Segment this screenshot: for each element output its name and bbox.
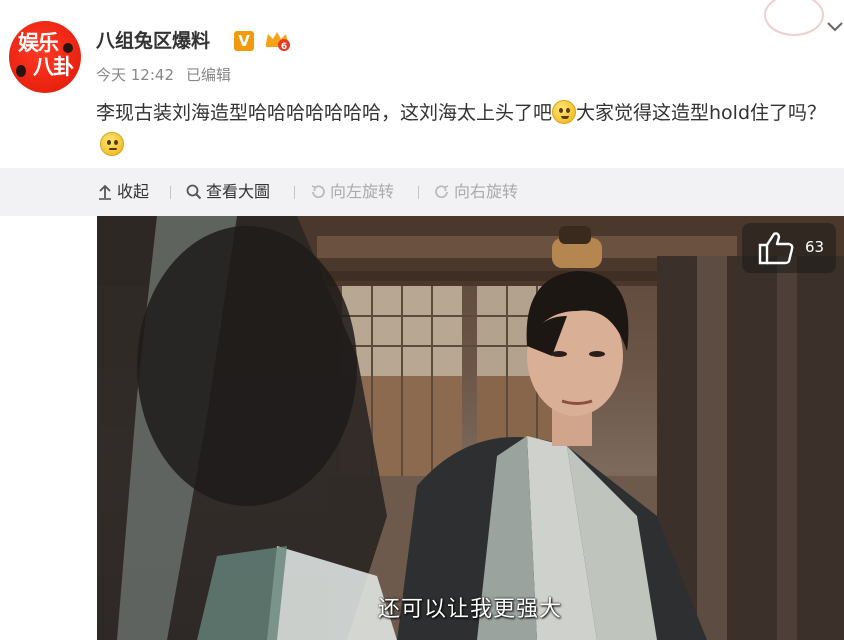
post-text-part1: 李现古装刘海造型哈哈哈哈哈哈哈，这刘海太上头了吧 — [96, 102, 553, 124]
watermark-stamp — [764, 0, 824, 36]
image-toolbar: 收起 查看大圖 向左旋转 向右旋转 — [0, 168, 844, 216]
chevron-down-icon[interactable] — [826, 20, 844, 34]
post-timestamp[interactable]: 今天 12:42 — [96, 66, 174, 84]
thumbs-up-icon — [758, 232, 794, 265]
rotate-right-button[interactable]: 向右旋转 — [434, 182, 518, 202]
like-count: 63 — [805, 238, 825, 256]
collapse-label: 收起 — [117, 182, 150, 201]
verified-icon[interactable]: V — [234, 31, 254, 51]
avatar-deco-dot — [63, 43, 73, 53]
toolbar-divider — [418, 186, 419, 199]
avatar-deco-dot — [16, 65, 26, 77]
collapse-button[interactable]: 收起 — [97, 182, 149, 202]
edited-label[interactable]: 已编辑 — [186, 66, 231, 84]
rotate-left-label: 向左旋转 — [330, 182, 395, 201]
toolbar-divider — [170, 186, 171, 199]
post-image[interactable] — [97, 216, 844, 640]
rotate-right-label: 向右旋转 — [454, 182, 519, 201]
post-text: 李现古装刘海造型哈哈哈哈哈哈哈，这刘海太上头了吧 大家觉得这造型hold住了吗？ — [96, 97, 840, 161]
post-card: 娱乐 八卦 八组兔区爆料 V 6 今天 12:42 已编辑 李现古装刘海造型哈哈哈… — [0, 0, 844, 168]
collapse-up-icon — [99, 184, 111, 200]
toolbar-divider — [294, 186, 295, 199]
svg-text:6: 6 — [281, 42, 287, 52]
post-text-part2: 大家觉得这造型hold住了吗？ — [576, 102, 827, 124]
laughing-crying-emoji-icon — [552, 100, 577, 124]
username-link[interactable]: 八组兔区爆料 — [96, 29, 210, 53]
view-large-button[interactable]: 查看大圖 — [186, 182, 270, 202]
post-meta: 今天 12:42 已编辑 — [96, 66, 231, 84]
level-badge-icon[interactable]: 6 — [263, 30, 291, 52]
search-icon — [186, 184, 202, 200]
rotate-left-button[interactable]: 向左旋转 — [310, 182, 394, 202]
avatar-text-top: 娱乐 — [18, 30, 59, 55]
rotate-right-icon — [435, 185, 449, 199]
avatar-text-bottom: 八卦 — [33, 54, 74, 79]
thinking-emoji-icon — [100, 132, 124, 156]
photo-scene — [97, 216, 844, 640]
rotate-left-icon — [311, 185, 325, 199]
view-large-label: 查看大圖 — [206, 182, 271, 201]
avatar[interactable]: 娱乐 八卦 — [9, 21, 81, 93]
video-subtitle: 还可以让我更强大 — [378, 597, 563, 622]
